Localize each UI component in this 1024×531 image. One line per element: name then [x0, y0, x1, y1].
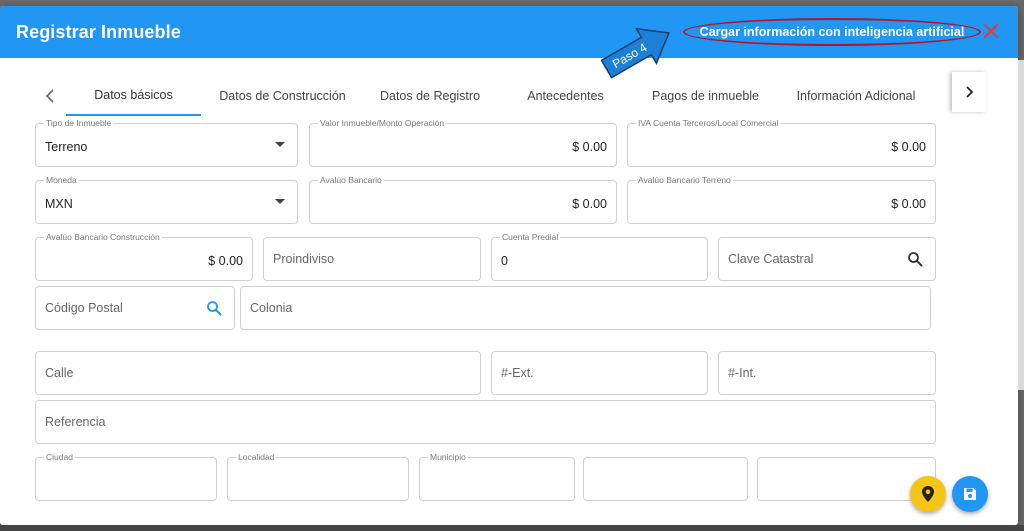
municipio-field[interactable]: Municipio — [419, 452, 575, 501]
clave-catastral-placeholder: Clave Catastral — [728, 252, 814, 266]
cuenta-predial-value: 0 — [501, 254, 508, 268]
avaluo-terreno-label: Avalúo Bancario Terreno — [636, 175, 733, 185]
moneda-select[interactable]: Moneda MXN — [35, 175, 298, 224]
codigo-postal-placeholder: Código Postal — [45, 301, 123, 315]
ciudad-field[interactable]: Ciudad — [35, 452, 217, 501]
num-ext-placeholder: #-Ext. — [501, 366, 534, 380]
proindiviso-field[interactable]: Proindiviso — [263, 237, 481, 281]
tab-datos-registro[interactable]: Datos de Registro — [365, 76, 495, 116]
avaluo-bancario-field[interactable]: Avalúo Bancario $ 0.00 — [309, 175, 617, 224]
moneda-label: Moneda — [44, 175, 79, 185]
avaluo-terreno-value: $ 0.00 — [891, 197, 926, 211]
localidad-label: Localidad — [236, 452, 277, 462]
tab-datos-construccion[interactable]: Datos de Construcción — [210, 76, 355, 116]
avaluo-construccion-value: $ 0.00 — [208, 254, 243, 268]
iva-cuenta-label: IVA Cuenta Terceros/Local Comercial — [636, 118, 781, 128]
dropdown-caret-icon — [275, 199, 285, 204]
load-ai-info-link[interactable]: Cargar información con inteligencia arti… — [700, 25, 965, 39]
search-icon[interactable] — [206, 300, 222, 316]
chevron-left-icon[interactable] — [38, 84, 62, 108]
location-pin-icon — [922, 486, 934, 502]
save-button[interactable] — [952, 476, 988, 512]
avaluo-construccion-label: Avalúo Bancario Construcción — [44, 232, 162, 242]
close-icon[interactable] — [981, 21, 1001, 41]
tab-scroll-right[interactable] — [952, 72, 986, 112]
valor-inmueble-value: $ 0.00 — [572, 140, 607, 154]
search-icon[interactable] — [907, 251, 923, 267]
localidad-field[interactable]: Localidad — [227, 452, 409, 501]
location-button[interactable] — [910, 476, 946, 512]
clave-catastral-field[interactable]: Clave Catastral — [718, 237, 936, 281]
background-strip — [0, 525, 1024, 531]
calle-field[interactable]: Calle — [35, 351, 481, 395]
valor-inmueble-label: Valor Inmueble/Monto Operación — [318, 118, 447, 128]
num-int-placeholder: #-Int. — [728, 366, 757, 380]
save-icon — [964, 488, 976, 500]
avaluo-bancario-value: $ 0.00 — [572, 197, 607, 211]
tab-bar: Datos básicos Datos de Construcción Dato… — [30, 72, 990, 116]
iva-cuenta-value: $ 0.00 — [891, 140, 926, 154]
dialog-title: Registrar Inmueble — [16, 22, 181, 42]
moneda-value: MXN — [45, 197, 73, 211]
num-ext-field[interactable]: #-Ext. — [491, 351, 708, 395]
avaluo-bancario-label: Avalúo Bancario — [318, 175, 384, 185]
colonia-field[interactable]: Colonia — [240, 286, 931, 330]
tab-pagos-inmueble[interactable]: Pagos de inmueble — [638, 76, 773, 116]
cuenta-predial-field[interactable]: Cuenta Predial 0 — [491, 232, 708, 281]
annotation-arrow: Paso 4 — [600, 27, 670, 79]
estado-field[interactable] — [583, 457, 748, 501]
valor-inmueble-field[interactable]: Valor Inmueble/Monto Operación $ 0.00 — [309, 118, 617, 167]
dialog-header: Registrar Inmueble Paso 4 Cargar informa… — [0, 6, 1018, 79]
tab-informacion-adicional[interactable]: Información Adicional — [782, 76, 930, 116]
proindiviso-placeholder: Proindiviso — [273, 252, 335, 266]
iva-cuenta-field[interactable]: IVA Cuenta Terceros/Local Comercial $ 0.… — [627, 118, 936, 167]
referencia-placeholder: Referencia — [45, 415, 106, 429]
referencia-field[interactable]: Referencia — [35, 400, 936, 444]
colonia-placeholder: Colonia — [250, 301, 293, 315]
tab-datos-basicos[interactable]: Datos básicos — [66, 76, 201, 116]
codigo-postal-field[interactable]: Código Postal — [35, 286, 235, 330]
ai-link-highlight: Cargar información con inteligencia arti… — [683, 18, 981, 46]
tab-antecedentes[interactable]: Antecedentes — [508, 76, 623, 116]
num-int-field[interactable]: #-Int. — [718, 351, 936, 395]
municipio-label: Municipio — [428, 452, 468, 462]
page-scrollbar[interactable] — [1018, 60, 1024, 390]
chevron-right-icon — [966, 86, 974, 98]
calle-placeholder: Calle — [45, 366, 74, 380]
tipo-inmueble-value: Terreno — [45, 140, 88, 154]
avaluo-construccion-field[interactable]: Avalúo Bancario Construcción $ 0.00 — [35, 232, 253, 281]
tipo-inmueble-select[interactable]: Tipo de Inmueble Terreno — [35, 118, 298, 167]
dropdown-caret-icon — [275, 142, 285, 147]
avaluo-terreno-field[interactable]: Avalúo Bancario Terreno $ 0.00 — [627, 175, 936, 224]
cuenta-predial-label: Cuenta Predial — [500, 232, 561, 242]
tipo-inmueble-label: Tipo de Inmueble — [44, 118, 114, 128]
ciudad-label: Ciudad — [44, 452, 75, 462]
register-property-dialog: Registrar Inmueble Paso 4 Cargar informa… — [0, 6, 1018, 525]
